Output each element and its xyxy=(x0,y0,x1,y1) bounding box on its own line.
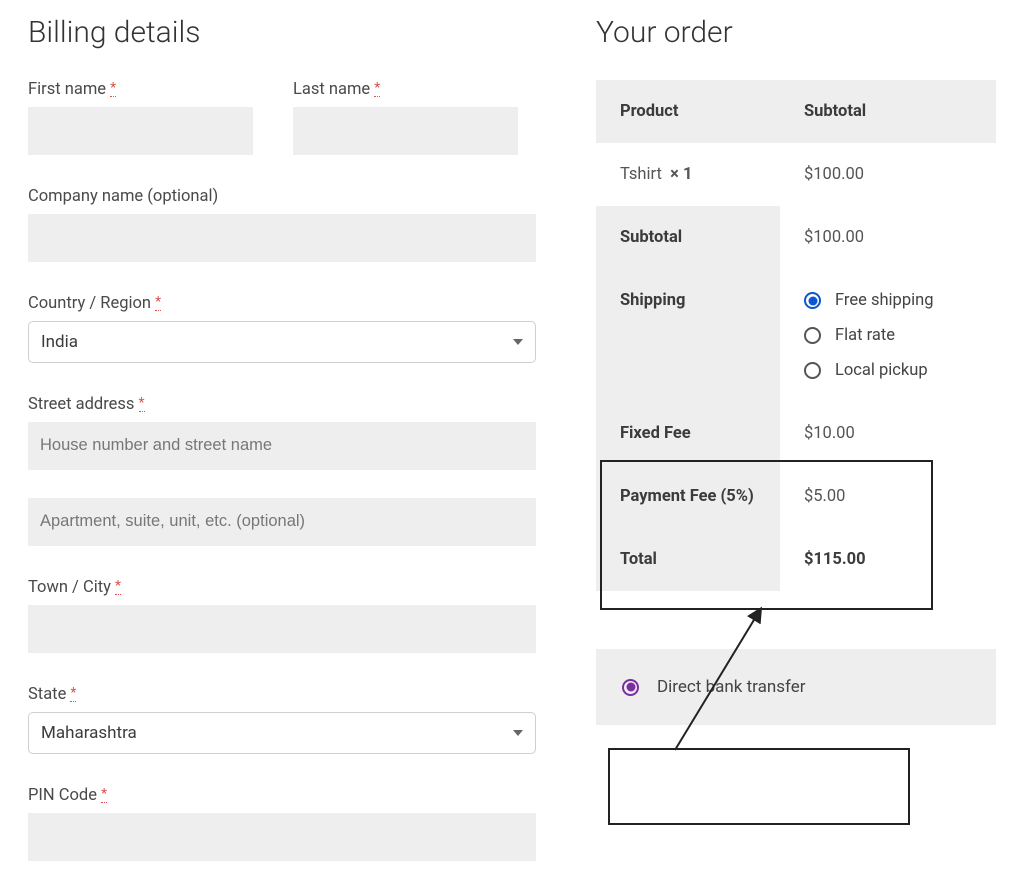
required-mark: * xyxy=(70,685,76,702)
city-label-text: Town / City xyxy=(28,578,111,597)
city-field: Town / City * xyxy=(28,578,536,653)
shipping-option-label: Flat rate xyxy=(835,326,895,345)
last-name-label-text: Last name xyxy=(293,80,370,99)
country-label-text: Country / Region xyxy=(28,294,151,313)
company-label: Company name (optional) xyxy=(28,187,536,206)
street-address-2-input[interactable] xyxy=(28,498,536,546)
order-item-subtotal: $100.00 xyxy=(780,143,996,206)
street-label-text: Street address xyxy=(28,395,134,414)
order-table: Product Subtotal Tshirt × 1 $100.00 Subt… xyxy=(596,80,996,591)
col-subtotal: Subtotal xyxy=(780,80,996,143)
pin-label: PIN Code * xyxy=(28,786,536,805)
order-heading: Your order xyxy=(596,15,996,50)
fixed-fee-value: $10.00 xyxy=(780,402,996,465)
shipping-label: Shipping xyxy=(596,269,780,402)
payment-method-label: Direct bank transfer xyxy=(657,677,805,697)
total-label: Total xyxy=(596,528,780,591)
state-label: State * xyxy=(28,685,536,704)
state-select[interactable]: Maharashtra xyxy=(28,712,536,754)
fixed-fee-row: Fixed Fee $10.00 xyxy=(596,402,996,465)
order-item-name-cell: Tshirt × 1 xyxy=(596,143,780,206)
street-address-field: Street address * xyxy=(28,395,536,546)
pin-field: PIN Code * xyxy=(28,786,536,861)
order-review-section: Your order Product Subtotal Tshirt × 1 $… xyxy=(596,15,996,869)
order-table-header-row: Product Subtotal xyxy=(596,80,996,143)
required-mark: * xyxy=(115,578,121,595)
payment-method-bank-transfer[interactable]: Direct bank transfer xyxy=(622,677,970,697)
radio-icon xyxy=(804,292,821,309)
pin-input[interactable] xyxy=(28,813,536,861)
fixed-fee-label: Fixed Fee xyxy=(596,402,780,465)
country-select[interactable]: India xyxy=(28,321,536,363)
city-input[interactable] xyxy=(28,605,536,653)
order-item-name: Tshirt xyxy=(620,165,662,184)
state-field: State * Maharashtra xyxy=(28,685,536,754)
company-field: Company name (optional) xyxy=(28,187,536,262)
street-address-label: Street address * xyxy=(28,395,536,414)
state-select-value: Maharashtra xyxy=(41,723,137,743)
subtotal-row: Subtotal $100.00 xyxy=(596,206,996,269)
city-label: Town / City * xyxy=(28,578,536,597)
radio-icon xyxy=(804,327,821,344)
shipping-option-free[interactable]: Free shipping xyxy=(804,291,972,310)
shipping-option-label: Local pickup xyxy=(835,361,928,380)
shipping-options-cell: Free shipping Flat rate Local pickup xyxy=(780,269,996,402)
order-item-qty: × 1 xyxy=(670,165,692,184)
payment-fee-label: Payment Fee (5%) xyxy=(596,465,780,528)
pin-label-text: PIN Code xyxy=(28,786,97,805)
last-name-input[interactable] xyxy=(293,107,518,155)
shipping-option-local[interactable]: Local pickup xyxy=(804,361,972,380)
radio-icon xyxy=(804,362,821,379)
billing-heading: Billing details xyxy=(28,15,536,50)
total-value: $115.00 xyxy=(780,528,996,591)
order-item-row: Tshirt × 1 $100.00 xyxy=(596,143,996,206)
country-field: Country / Region * India xyxy=(28,294,536,363)
first-name-field: First name * xyxy=(28,80,253,155)
country-select-value: India xyxy=(41,332,78,352)
subtotal-label: Subtotal xyxy=(596,206,780,269)
billing-details-section: Billing details First name * Last name *… xyxy=(28,15,536,869)
subtotal-value: $100.00 xyxy=(780,206,996,269)
required-mark: * xyxy=(101,786,107,803)
payment-methods: Direct bank transfer xyxy=(596,649,996,725)
required-mark: * xyxy=(155,294,161,311)
first-name-label-text: First name xyxy=(28,80,106,99)
required-mark: * xyxy=(110,80,116,97)
street-address-1-input[interactable] xyxy=(28,422,536,470)
payment-fee-row: Payment Fee (5%) $5.00 xyxy=(596,465,996,528)
state-label-text: State xyxy=(28,685,66,704)
payment-fee-value: $5.00 xyxy=(780,465,996,528)
radio-icon xyxy=(622,679,639,696)
shipping-options: Free shipping Flat rate Local pickup xyxy=(804,291,972,380)
total-row: Total $115.00 xyxy=(596,528,996,591)
shipping-option-flat[interactable]: Flat rate xyxy=(804,326,972,345)
first-name-label: First name * xyxy=(28,80,253,99)
country-label: Country / Region * xyxy=(28,294,536,313)
chevron-down-icon xyxy=(513,339,523,345)
col-product: Product xyxy=(596,80,780,143)
last-name-label: Last name * xyxy=(293,80,518,99)
shipping-option-label: Free shipping xyxy=(835,291,933,310)
company-input[interactable] xyxy=(28,214,536,262)
required-mark: * xyxy=(374,80,380,97)
chevron-down-icon xyxy=(513,730,523,736)
required-mark: * xyxy=(139,395,145,412)
first-name-input[interactable] xyxy=(28,107,253,155)
shipping-row: Shipping Free shipping Flat rate xyxy=(596,269,996,402)
last-name-field: Last name * xyxy=(293,80,518,155)
